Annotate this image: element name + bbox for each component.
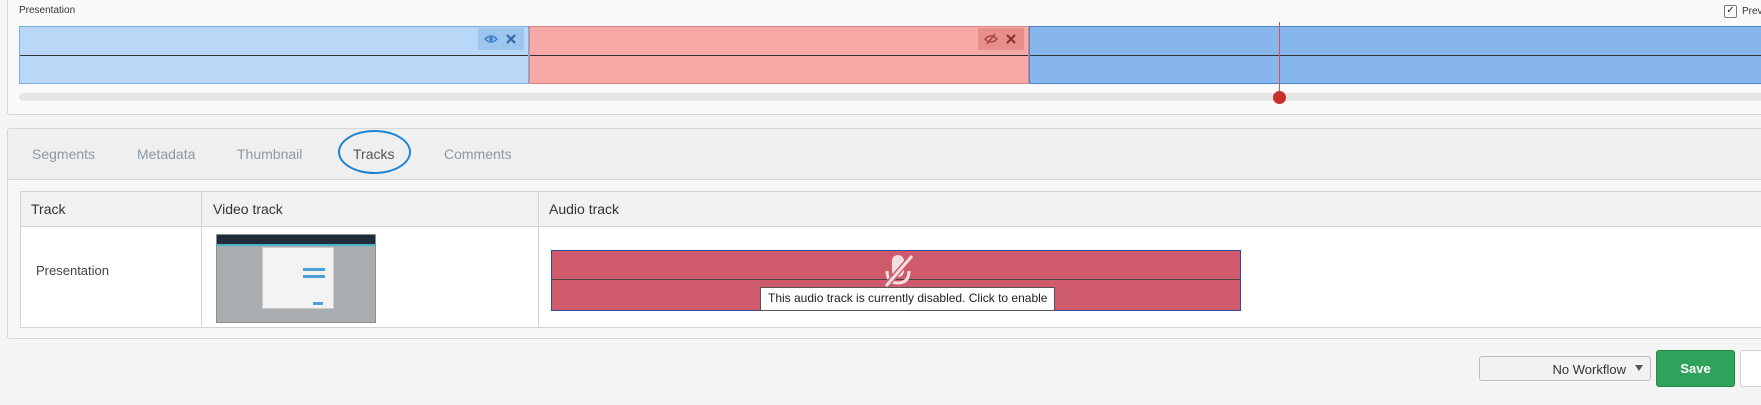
preview-label: Prev [1742, 6, 1761, 17]
tab-thumbnail[interactable]: Thumbnail [237, 146, 302, 162]
tab-bar: Segments Metadata Thumbnail Tracks Comme… [8, 129, 1761, 180]
track-name: Presentation [36, 263, 109, 278]
tab-comments[interactable]: Comments [444, 146, 512, 162]
timeline-segments [19, 26, 1761, 84]
chevron-down-icon [1635, 365, 1643, 371]
video-thumbnail[interactable] [216, 234, 376, 323]
timeline-title: Presentation [19, 5, 76, 16]
header-track: Track [31, 201, 66, 217]
column-divider [201, 192, 202, 327]
timeline-panel: Presentation ✓ Prev [7, 0, 1761, 115]
column-divider [538, 192, 539, 327]
audio-track-tooltip: This audio track is currently disabled. … [760, 287, 1056, 311]
preview-checkbox[interactable]: ✓ [1724, 5, 1737, 18]
segment-divider [20, 55, 528, 56]
timeline-segment-3[interactable] [1029, 26, 1761, 84]
timeline-scrollbar[interactable] [19, 93, 1761, 101]
eye-icon[interactable] [484, 32, 498, 46]
active-tab-highlight [338, 130, 411, 174]
segment-divider [1030, 55, 1761, 56]
header-video-track: Video track [213, 201, 283, 217]
save-button[interactable]: Save [1656, 350, 1735, 387]
table-header: Track Video track Audio track [21, 192, 1761, 227]
close-icon[interactable] [504, 32, 518, 46]
segment-actions [478, 28, 524, 50]
close-icon[interactable] [1004, 32, 1018, 46]
workflow-value: No Workflow [1552, 362, 1626, 377]
segment-divider [530, 55, 1028, 56]
tab-segments[interactable]: Segments [32, 146, 95, 162]
playhead-line [1279, 22, 1280, 97]
timeline-segment-2[interactable] [529, 26, 1029, 84]
header-audio-track: Audio track [549, 201, 620, 217]
playhead-handle[interactable] [1273, 91, 1286, 104]
eye-slash-icon[interactable] [984, 32, 998, 46]
workflow-select[interactable]: No Workflow [1479, 356, 1651, 381]
segment-actions [978, 28, 1024, 50]
tab-metadata[interactable]: Metadata [137, 146, 195, 162]
secondary-button[interactable] [1740, 350, 1761, 387]
microphone-muted-icon [877, 253, 921, 289]
timeline-segment-1[interactable] [19, 26, 529, 84]
